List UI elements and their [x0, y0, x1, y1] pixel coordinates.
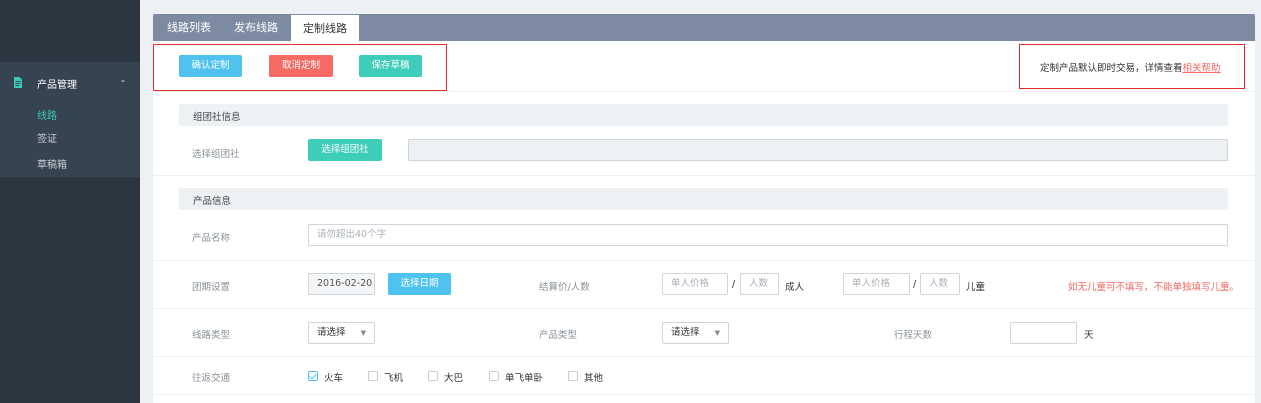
- product-type-select[interactable]: 请选择 ▼: [662, 322, 729, 344]
- section-title: 组团社信息: [193, 112, 241, 123]
- child-price-input[interactable]: 单人价格: [843, 273, 910, 295]
- divider: [153, 308, 1255, 309]
- sidebar-item-drafts[interactable]: 草稿箱: [37, 156, 67, 171]
- child-note: 如无儿童可不填写，不能单独填写儿童。: [1068, 282, 1240, 293]
- menu-group-header[interactable]: 产品管理 -: [0, 72, 140, 94]
- divider: [153, 394, 1255, 395]
- sidebar-item-visa[interactable]: 签证: [37, 130, 57, 145]
- checkbox-single-flight[interactable]: [489, 371, 499, 381]
- document-icon: [14, 77, 22, 88]
- adult-price-input[interactable]: 单人价格: [662, 273, 728, 295]
- checkbox-bus[interactable]: [428, 371, 438, 381]
- adult-count-input[interactable]: 人数: [740, 273, 779, 295]
- divider: [153, 356, 1255, 357]
- menu-group-product: 产品管理 -: [0, 62, 140, 177]
- sidebar-item-route[interactable]: 线路: [37, 107, 57, 122]
- group-display-field: [408, 139, 1228, 161]
- collapse-icon[interactable]: -: [121, 74, 125, 87]
- help-text: 定制产品默认即时交易，详情查看: [1040, 63, 1183, 74]
- select-group-button[interactable]: 选择组团社: [308, 139, 382, 161]
- confirm-custom-button[interactable]: 确认定制: [179, 55, 242, 77]
- transport-option-single-flight[interactable]: 单飞单卧: [505, 370, 543, 384]
- days-label: 行程天数: [894, 330, 933, 341]
- slash: /: [913, 279, 917, 290]
- divider: [153, 260, 1255, 261]
- chevron-down-icon: ▼: [360, 329, 366, 337]
- product-type-label: 产品类型: [539, 330, 578, 341]
- transport-option-plane[interactable]: 飞机: [384, 370, 403, 384]
- route-type-label: 线路类型: [192, 330, 231, 341]
- divider: [153, 91, 1255, 92]
- adult-label: 成人: [785, 282, 805, 293]
- slash: /: [732, 279, 736, 290]
- child-label: 儿童: [966, 282, 986, 293]
- section-header-product: 产品信息: [179, 188, 1228, 210]
- help-notice: 定制产品默认即时交易，详情查看相关帮助: [1040, 60, 1221, 74]
- period-date-input[interactable]: 2016-02-20: [308, 273, 375, 295]
- sidebar-header: [0, 0, 140, 62]
- checkbox-other[interactable]: [568, 371, 578, 381]
- section-title: 产品信息: [193, 196, 232, 207]
- tab-publish-route[interactable]: 发布线路: [223, 14, 289, 41]
- tab-bar: 线路列表 发布线路 定制线路: [153, 14, 1255, 41]
- cancel-custom-button[interactable]: 取消定制: [269, 55, 333, 77]
- transport-label: 往返交通: [192, 373, 231, 384]
- transport-option-other[interactable]: 其他: [584, 370, 603, 384]
- menu-group-label: 产品管理: [37, 80, 77, 91]
- checkbox-train[interactable]: [308, 371, 318, 381]
- sidebar: 产品管理 - 线路 签证 草稿箱: [0, 0, 140, 403]
- product-name-label: 产品名称: [192, 233, 231, 244]
- days-unit: 天: [1084, 330, 1094, 341]
- chevron-down-icon: ▼: [714, 329, 720, 337]
- product-type-value: 请选择: [671, 327, 700, 338]
- transport-option-bus[interactable]: 大巴: [444, 370, 463, 384]
- product-name-input[interactable]: 请勿超出40个字: [308, 224, 1228, 246]
- select-group-label: 选择组团社: [192, 149, 240, 160]
- transport-option-train[interactable]: 火车: [324, 370, 343, 384]
- child-count-input[interactable]: 人数: [920, 273, 960, 295]
- period-label: 团期设置: [192, 282, 231, 293]
- select-date-button[interactable]: 选择日期: [388, 273, 451, 295]
- section-header-group: 组团社信息: [179, 104, 1228, 126]
- route-type-value: 请选择: [317, 327, 346, 338]
- price-count-label: 结算价/人数: [539, 282, 590, 293]
- divider: [153, 175, 1255, 176]
- tab-custom-route[interactable]: 定制线路: [291, 15, 359, 41]
- route-type-select[interactable]: 请选择 ▼: [308, 322, 375, 344]
- main-content: [153, 41, 1255, 403]
- help-link[interactable]: 相关帮助: [1183, 63, 1221, 74]
- tab-route-list[interactable]: 线路列表: [157, 14, 221, 41]
- save-draft-button[interactable]: 保存草稿: [359, 55, 422, 77]
- checkbox-plane[interactable]: [368, 371, 378, 381]
- days-input[interactable]: [1010, 322, 1077, 344]
